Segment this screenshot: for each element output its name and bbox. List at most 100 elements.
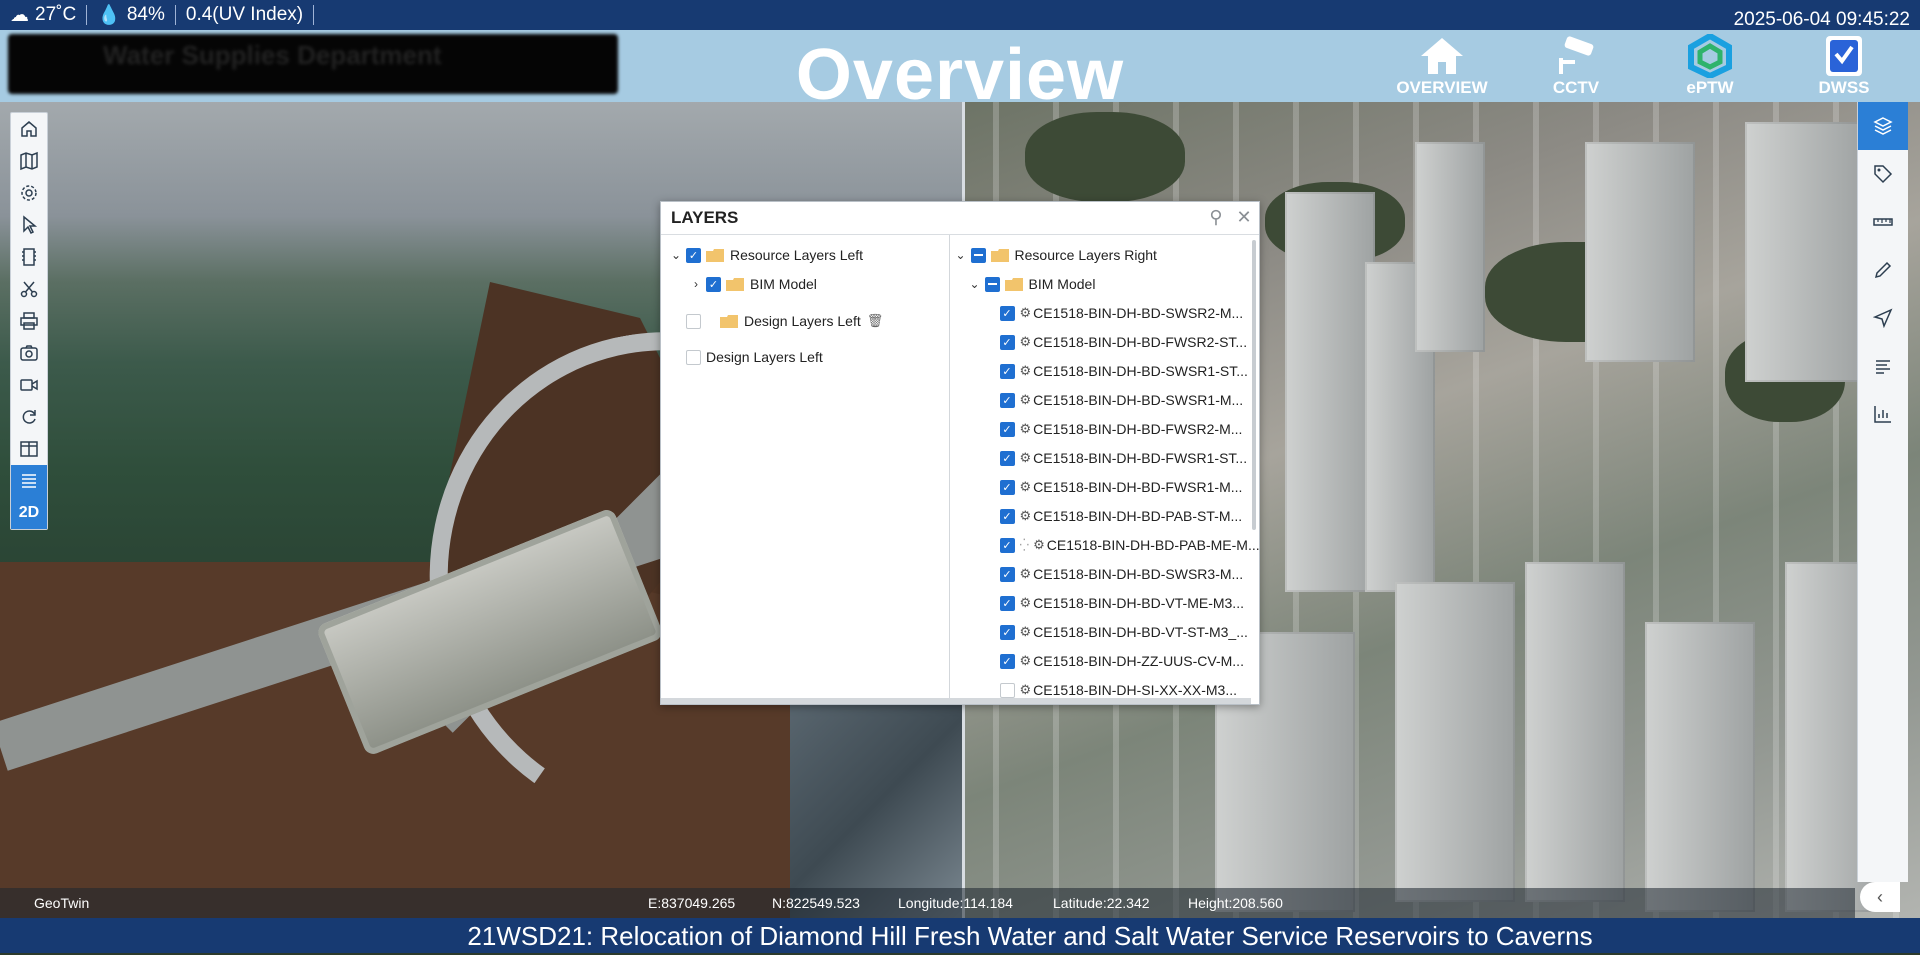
eptw-icon [1688, 34, 1732, 78]
checkbox[interactable]: ✓ [999, 479, 1015, 495]
collapse-panel-button[interactable]: ‹ [1860, 882, 1900, 912]
select-button[interactable] [11, 209, 47, 241]
checkbox[interactable] [970, 247, 986, 263]
gear-icon: ⚙ [1019, 450, 1032, 465]
tag-button[interactable] [1858, 150, 1908, 198]
screenshot-button[interactable] [11, 337, 47, 369]
trash-icon[interactable]: 🗑 [867, 313, 884, 329]
checkbox[interactable]: ✓ [999, 363, 1015, 379]
horizontal-scrollbar[interactable] [661, 698, 1251, 704]
layers-icon [1873, 117, 1893, 135]
chevron-down-icon[interactable]: ⌄ [669, 248, 683, 262]
map-button[interactable] [11, 145, 47, 177]
checkbox[interactable]: ✓ [999, 392, 1015, 408]
checkbox[interactable]: ✓ [706, 276, 721, 292]
checkbox[interactable] [999, 682, 1015, 698]
tree-row[interactable]: ✓ ⚙ CE1518-BIN-DH-BD-FWSR1-M... [997, 475, 1242, 499]
video-icon [20, 379, 38, 391]
top-nav: OVERVIEW CCTV ePTW DWSS [1394, 34, 1892, 100]
nav-dwss[interactable]: DWSS [1796, 34, 1892, 100]
layer-label: CE1518-BIN-DH-BD-VT-ST-M3_... [1033, 624, 1248, 640]
tree-row[interactable]: ✓ ⚙ CE1518-BIN-DH-ZZ-UUS-CV-M... [997, 649, 1244, 673]
home-button[interactable] [11, 113, 47, 145]
gear-icon: ⚙ [1033, 537, 1045, 552]
split-view-button[interactable] [11, 433, 47, 465]
vertical-scrollbar[interactable] [1252, 240, 1256, 530]
tree-row[interactable]: ✓ ⚙ CE1518-BIN-DH-BD-FWSR1-ST... [997, 446, 1247, 470]
tree-row[interactable]: ✓ ⚙ CE1518-BIN-DH-BD-FWSR2-ST... [997, 330, 1247, 354]
draw-button[interactable] [1858, 246, 1908, 294]
layer-label: Design Layers Left [744, 313, 861, 329]
chart-button[interactable] [1858, 390, 1908, 438]
tree-row[interactable]: ⌄ Resource Layers Right [954, 243, 1156, 267]
checkbox[interactable]: ✓ [999, 305, 1015, 321]
refresh-button[interactable] [11, 401, 47, 433]
chevron-down-icon[interactable]: ⌄ [968, 277, 982, 291]
cloud-icon: ☁ [10, 4, 29, 26]
chevron-right-icon[interactable]: › [689, 277, 703, 291]
record-button[interactable] [11, 369, 47, 401]
gear-icon: ⚙ [1019, 305, 1032, 320]
tree-row[interactable]: ⌄ ✓ Resource Layers Left [669, 243, 863, 267]
layer-label: CE1518-BIN-DH-ZZ-UUS-CV-M... [1033, 653, 1244, 669]
checkbox[interactable]: ✓ [999, 566, 1015, 582]
checkbox[interactable]: ✓ [999, 450, 1015, 466]
right-layers-tree: ⌄ Resource Layers Right ⌄ BIM Model ✓ ⚙ CE… [950, 235, 1259, 698]
layers-list-icon [22, 474, 36, 488]
print-button[interactable] [11, 305, 47, 337]
uv-value: 0.4(UV Index) [185, 4, 304, 25]
temperature-widget: ☁ 27˚C [0, 4, 88, 26]
nav-cctv[interactable]: CCTV [1528, 34, 1624, 100]
checkbox[interactable]: ✓ [999, 653, 1015, 669]
nav-eptw[interactable]: ePTW [1662, 34, 1758, 100]
tree-row[interactable]: ✓ ⚙ CE1518-BIN-DH-BD-VT-ST-M3_... [997, 620, 1248, 644]
clock: 2025-06-04 09:45:22 [1733, 9, 1910, 30]
film-button[interactable] [11, 241, 47, 273]
settings-button[interactable] [11, 177, 47, 209]
checkbox[interactable]: ✓ [999, 508, 1015, 524]
tree-row[interactable]: ✓ ⚙ CE1518-BIN-DH-BD-SWSR1-M... [997, 388, 1243, 412]
clip-button[interactable] [11, 273, 47, 305]
2d-toggle-button[interactable]: 2D [11, 497, 47, 529]
checkbox[interactable] [686, 349, 701, 365]
checkbox[interactable]: ✓ [999, 624, 1015, 640]
measure-button[interactable] [1858, 198, 1908, 246]
checkbox[interactable]: ✓ [999, 537, 1015, 553]
tower [1395, 582, 1515, 902]
tree-row[interactable]: ⚙ CE1518-BIN-DH-SI-XX-XX-M3... [997, 678, 1237, 698]
tree-row[interactable]: ✓ ⚙ CE1518-BIN-DH-BD-FWSR2-M... [997, 417, 1242, 441]
close-icon[interactable]: ✕ [1235, 207, 1253, 227]
tree-row[interactable]: ⌄ BIM Model [968, 272, 1095, 296]
tree-row[interactable]: Design Layers Left 🗑 [683, 309, 883, 333]
cctv-icon [1559, 36, 1594, 74]
pin-icon[interactable]: ⚲ [1207, 207, 1225, 227]
layers-panel: LAYERS ⚲ ✕ ⌄ ✓ Resource Layers Left › ✓ … [660, 201, 1260, 705]
layers-list-button[interactable] [11, 465, 47, 497]
checkbox[interactable] [686, 313, 701, 329]
checkbox[interactable]: ✓ [999, 334, 1015, 350]
checkbox[interactable] [984, 276, 1000, 292]
gear-icon: ⚙ [1019, 421, 1032, 436]
layers-button[interactable] [1858, 102, 1908, 150]
tree-row[interactable]: ✓ ⚙ CE1518-BIN-DH-BD-SWSR1-ST... [997, 359, 1248, 383]
send-icon [1873, 308, 1893, 328]
easting-readout: E:837049.265 [648, 895, 736, 911]
checkbox[interactable]: ✓ [999, 595, 1015, 611]
nav-overview[interactable]: OVERVIEW [1394, 34, 1490, 100]
tree-row[interactable]: › ✓ BIM Model [689, 272, 817, 296]
list-button[interactable] [1858, 342, 1908, 390]
layers-panel-title: LAYERS [661, 202, 1259, 235]
vegetation [1025, 112, 1185, 202]
folder-icon [720, 314, 738, 328]
tree-row[interactable]: ✓ ⚙ CE1518-BIN-DH-BD-SWSR2-M... [997, 301, 1243, 325]
tree-row[interactable]: Design Layers Left [683, 345, 823, 369]
checkbox[interactable]: ✓ [999, 421, 1015, 437]
tree-row[interactable]: ✓ ⁛ ⚙ CE1518-BIN-DH-BD-PAB-ME-M... [997, 533, 1259, 557]
tree-row[interactable]: ✓ ⚙ CE1518-BIN-DH-BD-VT-ME-M3... [997, 591, 1244, 615]
send-button[interactable] [1858, 294, 1908, 342]
checkbox[interactable]: ✓ [686, 247, 701, 263]
tree-row[interactable]: ✓ ⚙ CE1518-BIN-DH-BD-SWSR3-M... [997, 562, 1243, 586]
tree-row[interactable]: ✓ ⚙ CE1518-BIN-DH-BD-PAB-ST-M... [997, 504, 1242, 528]
cursor-icon [23, 215, 38, 235]
chevron-down-icon[interactable]: ⌄ [954, 248, 968, 262]
